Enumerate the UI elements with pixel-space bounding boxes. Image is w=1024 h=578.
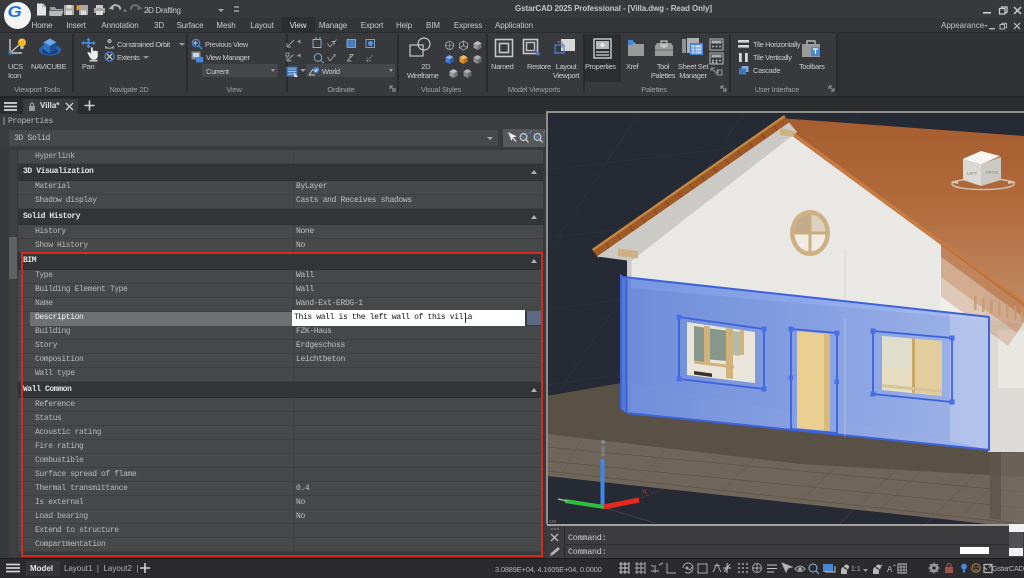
svg-text:LEFT: LEFT [967,171,978,176]
svg-text:FRON: FRON [986,170,998,175]
svg-text:+: + [893,563,896,569]
svg-text:+: + [880,563,883,569]
svg-text:1:1: 1:1 [851,566,861,573]
